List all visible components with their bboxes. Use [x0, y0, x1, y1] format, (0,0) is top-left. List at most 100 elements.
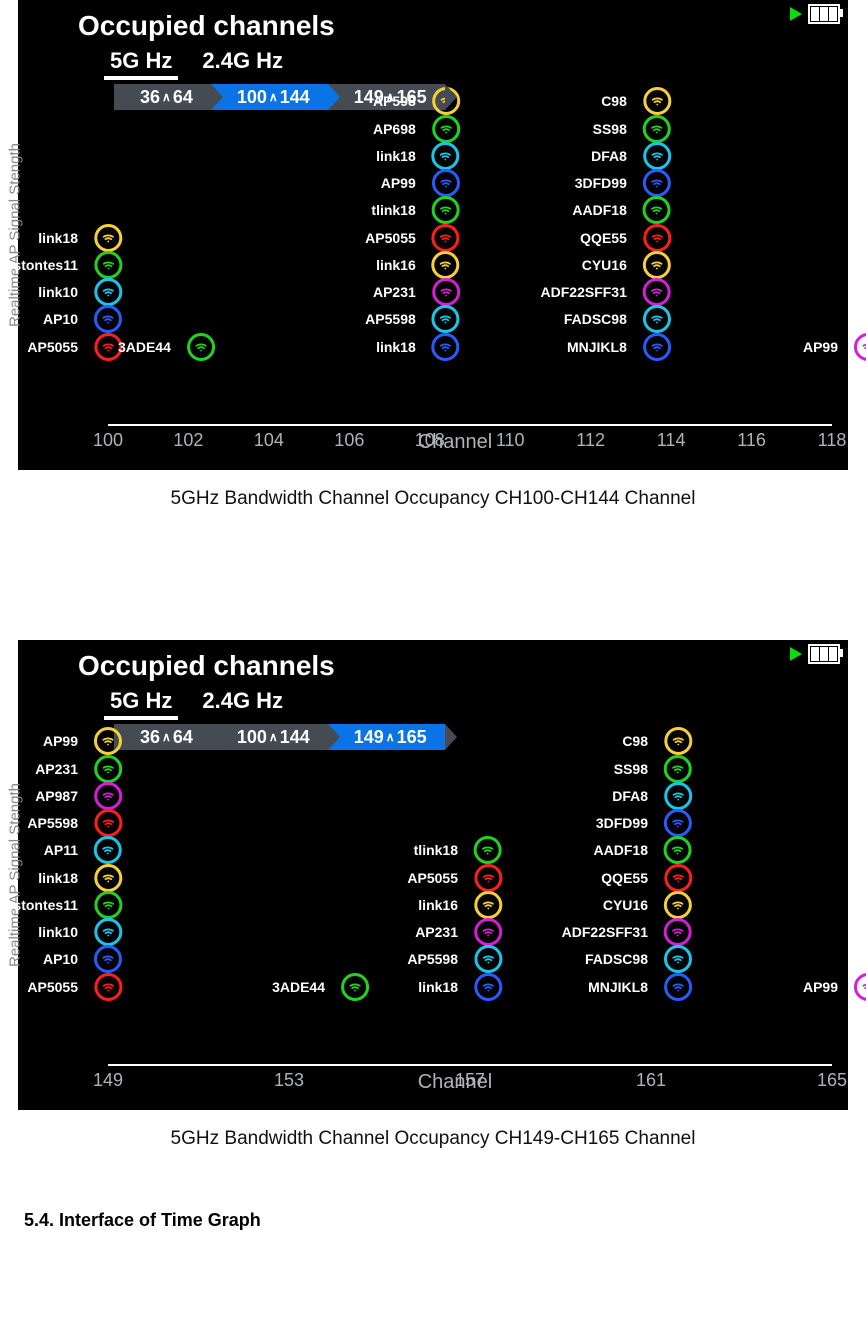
range-tab-100-144[interactable]: 100∧144 [211, 84, 328, 110]
ap-label: AP5598 [27, 815, 80, 831]
ap-point[interactable]: ADF22SFF31 [541, 278, 657, 306]
ap-point[interactable]: link18 [38, 864, 108, 892]
ap-point[interactable]: link16 [418, 891, 488, 919]
ap-point[interactable]: AADF18 [594, 836, 678, 864]
ap-point[interactable]: 3ADE44 [272, 973, 355, 1001]
ap-point[interactable]: AP5598 [407, 945, 488, 973]
ap-point[interactable]: AP5055 [27, 973, 108, 1001]
ap-point[interactable]: AP99 [803, 333, 866, 361]
ap-label: AP987 [35, 788, 80, 804]
ap-point[interactable]: ADF22SFF31 [562, 918, 678, 946]
ap-label: FADSC98 [585, 951, 650, 967]
ap-point[interactable]: 3DFD99 [596, 809, 678, 837]
ap-point[interactable]: AP698 [373, 115, 446, 143]
ap-point[interactable]: AP987 [35, 782, 108, 810]
ap-point[interactable]: MNJIKL8 [567, 333, 657, 361]
ap-label: AP598 [373, 93, 418, 109]
section-heading: 5.4. Interface of Time Graph [24, 1210, 866, 1231]
x-tick: 149 [93, 1070, 123, 1091]
ap-point[interactable]: stontes11 [13, 251, 108, 279]
ap-point[interactable]: AP5055 [407, 864, 488, 892]
ap-point[interactable]: FADSC98 [585, 945, 678, 973]
wifi-icon [664, 918, 692, 946]
x-tick: 114 [657, 430, 686, 451]
wifi-icon [664, 755, 692, 783]
ap-point[interactable]: AP231 [373, 278, 446, 306]
wifi-icon [94, 305, 122, 333]
band-tab-5ghz[interactable]: 5G Hz [104, 688, 178, 720]
ap-label: AP5055 [407, 870, 460, 886]
ap-point[interactable]: AP11 [44, 836, 108, 864]
ap-point[interactable]: SS98 [614, 755, 678, 783]
ap-point[interactable]: link18 [376, 333, 446, 361]
range-tab-36-64[interactable]: 36∧64 [114, 724, 211, 750]
ap-label: QQE55 [580, 230, 629, 246]
ap-point[interactable]: AP10 [43, 305, 108, 333]
ap-point[interactable]: AP598 [373, 87, 446, 115]
ap-point[interactable]: AADF18 [572, 196, 656, 224]
ap-point[interactable]: stontes11 [13, 891, 108, 919]
ap-point[interactable]: link10 [38, 278, 108, 306]
ap-point[interactable]: DFA8 [612, 782, 678, 810]
ap-label: link18 [418, 979, 460, 995]
ap-point[interactable]: link18 [38, 224, 108, 252]
ap-point[interactable]: link10 [38, 918, 108, 946]
ap-point[interactable]: CYU16 [582, 251, 657, 279]
ap-point[interactable]: AP5055 [365, 224, 446, 252]
ap-point[interactable]: AP5598 [27, 809, 108, 837]
ap-point[interactable]: tlink18 [414, 836, 488, 864]
ap-point[interactable]: AP99 [381, 169, 446, 197]
ap-point[interactable]: link16 [376, 251, 446, 279]
ap-label: AP99 [43, 733, 80, 749]
ap-point[interactable]: SS98 [593, 115, 657, 143]
ap-point[interactable]: AP99 [803, 973, 866, 1001]
ap-point[interactable]: AP231 [415, 918, 488, 946]
ap-point[interactable]: CYU16 [603, 891, 678, 919]
wifi-icon [643, 224, 671, 252]
x-tick: 110 [496, 430, 525, 451]
wifi-icon [432, 169, 460, 197]
ap-point[interactable]: C98 [622, 727, 678, 755]
ap-point[interactable]: link18 [376, 142, 446, 170]
wifi-icon [94, 918, 122, 946]
chart-area-1: 100102104106108110112114116118 Channel l… [78, 118, 832, 450]
ap-point[interactable]: tlink18 [371, 196, 445, 224]
status-bar [790, 644, 840, 664]
ap-label: AP5055 [27, 979, 80, 995]
range-tab-149-165[interactable]: 149∧165 [328, 724, 445, 750]
wifi-icon [664, 945, 692, 973]
ap-label: 3DFD99 [596, 815, 650, 831]
ap-point[interactable]: QQE55 [580, 224, 657, 252]
ap-label: AP99 [381, 175, 418, 191]
ap-point[interactable]: AP231 [35, 755, 108, 783]
ap-label: AADF18 [594, 842, 650, 858]
x-tick: 106 [334, 430, 364, 451]
wifi-icon [474, 891, 502, 919]
band-tab-5ghz[interactable]: 5G Hz [104, 48, 178, 80]
ap-point[interactable]: AP5598 [365, 305, 446, 333]
ap-point[interactable]: AP5055 [27, 333, 108, 361]
ap-point[interactable]: C98 [601, 87, 657, 115]
ap-label: DFA8 [591, 148, 629, 164]
ap-label: link18 [38, 870, 80, 886]
ap-point[interactable]: AP99 [43, 727, 108, 755]
wifi-icon [432, 224, 460, 252]
ap-label: AP5598 [365, 311, 418, 327]
ap-point[interactable]: link18 [418, 973, 488, 1001]
band-tab-24ghz[interactable]: 2.4G Hz [196, 48, 289, 80]
ap-point[interactable]: 3DFD99 [575, 169, 657, 197]
ap-label: link16 [376, 257, 418, 273]
ap-point[interactable]: AP10 [43, 945, 108, 973]
ap-point[interactable]: FADSC98 [564, 305, 657, 333]
ap-point[interactable]: MNJIKL8 [588, 973, 678, 1001]
x-tick: 153 [274, 1070, 304, 1091]
ap-point[interactable]: QQE55 [601, 864, 678, 892]
x-axis-label: Channel [418, 1071, 493, 1094]
ap-label: AP5055 [365, 230, 418, 246]
caption-1: 5GHz Bandwidth Channel Occupancy CH100-C… [0, 488, 866, 510]
band-tab-24ghz[interactable]: 2.4G Hz [196, 688, 289, 720]
range-tab-36-64[interactable]: 36∧64 [114, 84, 211, 110]
ap-point[interactable]: 3ADE44 [118, 333, 201, 361]
range-tab-100-144[interactable]: 100∧144 [211, 724, 328, 750]
ap-point[interactable]: DFA8 [591, 142, 657, 170]
